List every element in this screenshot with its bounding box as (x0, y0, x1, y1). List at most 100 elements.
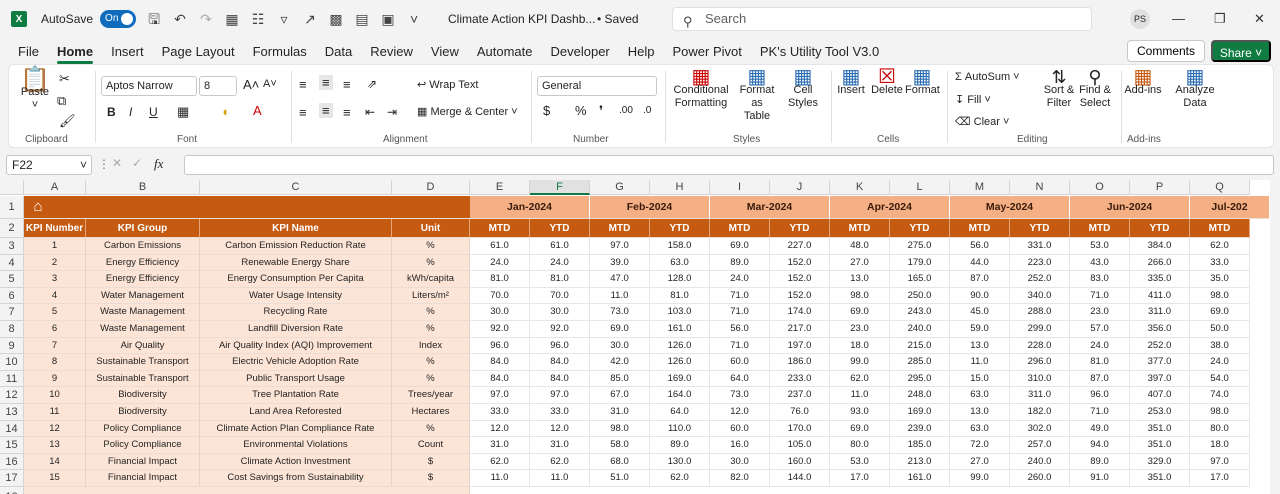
ytd-value-cell[interactable]: 161.0 (890, 470, 950, 487)
ytd-value-cell[interactable]: 411.0 (1130, 287, 1190, 305)
kpi-group-cell[interactable]: Waste Management (86, 304, 200, 321)
kpi-name-cell[interactable]: Public Transport Usage (200, 370, 392, 388)
kpi-name-cell[interactable]: Energy Consumption Per Capita (200, 271, 392, 288)
ytd-value-cell[interactable]: 302.0 (1010, 420, 1070, 438)
unit-cell[interactable]: Index (392, 337, 470, 355)
mtd-value-cell[interactable]: 98.0 (830, 287, 890, 305)
ytd-value-cell[interactable]: 31.0 (530, 437, 590, 454)
ytd-value-cell[interactable]: 11.0 (530, 470, 590, 487)
mtd-value-cell[interactable]: 81.0 (1070, 354, 1130, 371)
find-select-button[interactable]: ⚲ Find & Select (1075, 68, 1115, 110)
format-painter-icon[interactable]: 🖌 (59, 113, 76, 129)
mtd-value-cell[interactable]: 44.0 (950, 254, 1010, 272)
ytd-value-cell[interactable]: 130.0 (650, 453, 710, 471)
mtd-value-cell[interactable]: 87.0 (950, 271, 1010, 288)
mtd-value-cell[interactable]: 11.0 (590, 287, 650, 305)
ytd-value-cell[interactable]: 215.0 (890, 337, 950, 355)
ytd-value-cell[interactable]: 228.0 (1010, 337, 1070, 355)
mtd-value-cell[interactable]: 90.0 (950, 287, 1010, 305)
ytd-value-cell[interactable]: 92.0 (530, 321, 590, 338)
ytd-value-cell[interactable]: 158.0 (650, 238, 710, 255)
kpi-name-cell[interactable]: Climate Action Plan Compliance Rate (200, 420, 392, 438)
merge-center-button[interactable]: ▦ Merge & Center ˅ (417, 105, 518, 118)
copy-icon[interactable]: ⧉ (57, 93, 66, 109)
ytd-value-cell[interactable]: 169.0 (890, 404, 950, 421)
sort-filter-button[interactable]: ⇅ Sort & Filter (1039, 68, 1079, 110)
column-header-i[interactable]: I (710, 180, 770, 195)
avatar[interactable]: PS (1130, 9, 1150, 29)
column-header-o[interactable]: O (1070, 180, 1130, 195)
ytd-value-cell[interactable]: 30.0 (530, 304, 590, 321)
conditional-formatting-button[interactable]: ▦ Conditional Formatting (673, 67, 729, 110)
comma-icon[interactable]: ❜ (599, 103, 603, 119)
clear-button[interactable]: ⌫ Clear ˅ (955, 115, 1009, 128)
filter-icon[interactable]: ▿ (276, 11, 292, 27)
ytd-value-cell[interactable]: 81.0 (530, 271, 590, 288)
ytd-value-cell[interactable]: 248.0 (890, 387, 950, 404)
kpi-group-cell[interactable]: Energy Efficiency (86, 271, 200, 288)
minimize-icon[interactable]: — (1172, 11, 1185, 26)
kpi-name-cell[interactable]: Land Area Reforested (200, 404, 392, 421)
fill-button[interactable]: ↧ Fill ˅ (955, 93, 991, 106)
currency-icon[interactable]: $ (543, 103, 550, 118)
row-header-11[interactable]: 11 (0, 370, 24, 388)
kpi-name-cell[interactable]: Environmental Violations (200, 437, 392, 454)
mtd-value-cell[interactable]: 67.0 (590, 387, 650, 404)
mtd-value-cell[interactable]: 73.0 (590, 304, 650, 321)
mtd-value-cell[interactable]: 27.0 (950, 453, 1010, 471)
share-button[interactable]: Share ˅ (1211, 40, 1271, 62)
kpi-number-cell[interactable]: 6 (24, 321, 86, 338)
ytd-value-cell[interactable]: 61.0 (530, 238, 590, 255)
column-header-k[interactable]: K (830, 180, 890, 195)
analyze-data-button[interactable]: ▦ Analyze Data (1173, 67, 1217, 110)
column-header-b[interactable]: B (86, 180, 200, 195)
mtd-value-cell[interactable]: 63.0 (950, 387, 1010, 404)
mtd-value-cell[interactable]: 82.0 (710, 470, 770, 487)
kpi-group-cell[interactable]: Biodiversity (86, 387, 200, 404)
increase-decimal-icon[interactable]: .00 (619, 105, 633, 116)
mtd-value-cell[interactable]: 89.0 (1070, 453, 1130, 471)
ytd-value-cell[interactable]: 252.0 (1010, 271, 1070, 288)
unit-cell[interactable]: % (392, 304, 470, 321)
unit-cell[interactable]: kWh/capita (392, 271, 470, 288)
mtd-value-cell[interactable]: 17.0 (830, 470, 890, 487)
tab-page-layout[interactable]: Page Layout (162, 44, 235, 59)
kpi-number-cell[interactable]: 12 (24, 420, 86, 438)
mtd-value-cell[interactable]: 38.0 (1190, 337, 1250, 355)
addins-button[interactable]: ▦ Add-ins (1123, 67, 1163, 97)
search-box[interactable]: ⚲ Search (672, 7, 1092, 31)
kpi-group-cell[interactable]: Air Quality (86, 337, 200, 355)
cut-icon[interactable]: ✂ (59, 71, 70, 87)
kpi-number-cell[interactable]: 8 (24, 354, 86, 371)
ytd-value-cell[interactable]: 152.0 (770, 254, 830, 272)
ytd-value-cell[interactable]: 33.0 (530, 404, 590, 421)
kpi-name-cell[interactable]: Water Usage Intensity (200, 287, 392, 305)
mtd-value-cell[interactable]: 31.0 (470, 437, 530, 454)
mtd-value-cell[interactable]: 71.0 (710, 304, 770, 321)
decrease-font-icon[interactable]: A˅ (263, 78, 277, 90)
mtd-value-cell[interactable]: 63.0 (950, 420, 1010, 438)
ytd-value-cell[interactable]: 335.0 (1130, 271, 1190, 288)
ytd-value-cell[interactable]: 311.0 (1010, 387, 1070, 404)
mtd-value-cell[interactable]: 33.0 (470, 404, 530, 421)
mtd-value-cell[interactable]: 97.0 (1190, 453, 1250, 471)
mtd-value-cell[interactable]: 73.0 (710, 387, 770, 404)
column-header-q[interactable]: Q (1190, 180, 1250, 195)
mtd-value-cell[interactable]: 96.0 (1070, 387, 1130, 404)
format-as-table-button[interactable]: ▦ Format as Table (733, 67, 781, 123)
autosum-button[interactable]: Σ AutoSum ˅ (955, 71, 1020, 83)
wrap-text-button[interactable]: ↩ Wrap Text (417, 78, 478, 91)
ytd-value-cell[interactable]: 329.0 (1130, 453, 1190, 471)
mtd-value-cell[interactable]: 98.0 (590, 420, 650, 438)
calculator-icon[interactable]: ▣ (380, 11, 396, 27)
mtd-value-cell[interactable]: 11.0 (470, 470, 530, 487)
align-bottom-icon[interactable]: ≡ (343, 77, 351, 92)
paste-button[interactable]: 📋 Paste ˅ (19, 68, 51, 112)
fill-color-icon[interactable]: ◖ (221, 104, 229, 119)
column-header-e[interactable]: E (470, 180, 530, 195)
ytd-value-cell[interactable]: 397.0 (1130, 370, 1190, 388)
ytd-value-cell[interactable]: 62.0 (530, 453, 590, 471)
column-header-n[interactable]: N (1010, 180, 1070, 195)
mtd-value-cell[interactable]: 97.0 (590, 238, 650, 255)
ytd-value-cell[interactable]: 223.0 (1010, 254, 1070, 272)
